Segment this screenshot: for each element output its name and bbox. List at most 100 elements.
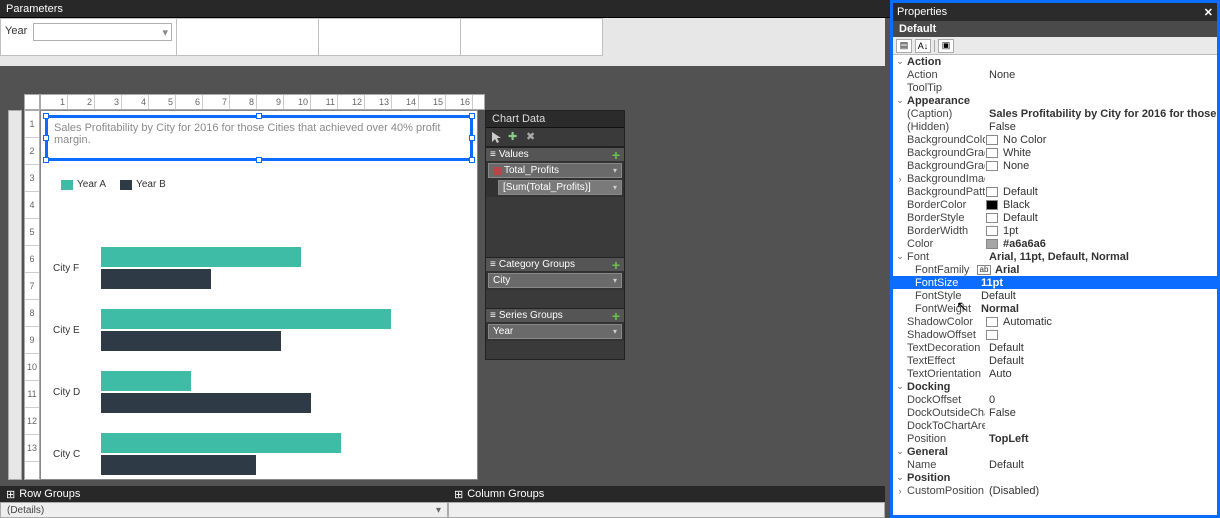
property-row[interactable]: FontWeightNormal (893, 302, 1217, 315)
categorized-button[interactable]: ▤ (896, 39, 912, 53)
chart-title-textbox[interactable]: Sales Profitability by City for 2016 for… (45, 115, 473, 161)
property-value[interactable]: No Color (999, 134, 1217, 146)
resize-handle[interactable] (256, 157, 262, 163)
resize-handle[interactable] (43, 157, 49, 163)
property-row[interactable]: ⌄FontArial, 11pt, Default, Normal (893, 250, 1217, 263)
property-row[interactable]: FontStyleDefault (893, 289, 1217, 302)
value-aggregate-item[interactable]: [Sum(Total_Profits)] ▾ (498, 180, 622, 195)
property-value[interactable]: 0 (985, 394, 1217, 406)
property-row[interactable]: (Caption)Sales Profitability by City for… (893, 107, 1217, 120)
property-value[interactable]: Automatic (999, 316, 1217, 328)
chevron-down-icon[interactable]: ▾ (613, 166, 617, 175)
bar-series-a[interactable] (101, 371, 191, 391)
property-value[interactable]: Default (985, 342, 1217, 354)
bar-series-a[interactable] (101, 247, 301, 267)
details-empty-cell[interactable] (448, 502, 885, 518)
bar-series-b[interactable] (101, 269, 211, 289)
property-pages-button[interactable]: ▣ (938, 39, 954, 53)
property-value[interactable]: Default (985, 355, 1217, 367)
property-value[interactable]: Arial, 11pt, Default, Normal (985, 251, 1217, 263)
property-row[interactable]: TextDecorationDefault (893, 341, 1217, 354)
delete-icon[interactable]: ✖ (526, 130, 540, 144)
property-row[interactable]: ›BackgroundImage (893, 172, 1217, 185)
series-field-item[interactable]: Year ▾ (488, 324, 622, 339)
property-value[interactable]: (Disabled) (985, 485, 1217, 497)
property-row[interactable]: FontSize11pt (893, 276, 1217, 289)
property-value[interactable]: Default (999, 186, 1217, 198)
property-value[interactable]: False (985, 121, 1217, 133)
add-value-button[interactable]: + (612, 150, 620, 160)
property-row[interactable]: BackgroundGradientTypeNone (893, 159, 1217, 172)
chevron-down-icon[interactable]: ▾ (613, 327, 617, 336)
pointer-icon[interactable] (490, 130, 504, 144)
property-value[interactable]: Sales Profitability by City for 2016 for… (985, 108, 1217, 120)
property-value[interactable]: 11pt (977, 277, 1217, 289)
expand-icon[interactable]: › (893, 174, 907, 184)
column-groups-header[interactable]: ⊞ Column Groups (448, 486, 550, 502)
resize-handle[interactable] (469, 113, 475, 119)
property-row[interactable]: ⌄Docking (893, 380, 1217, 393)
row-selector-gutter[interactable] (8, 110, 22, 480)
property-value[interactable]: None (999, 160, 1217, 172)
property-row[interactable]: TextOrientationAuto (893, 367, 1217, 380)
bar-series-b[interactable] (101, 331, 281, 351)
property-row[interactable]: Color#a6a6a6 (893, 237, 1217, 250)
category-field-item[interactable]: City ▾ (488, 273, 622, 288)
add-category-button[interactable]: + (612, 260, 620, 270)
bar-series-b[interactable] (101, 393, 311, 413)
property-row[interactable]: ⌄General (893, 445, 1217, 458)
expand-icon[interactable]: ⌄ (893, 381, 907, 392)
bar-series-a[interactable] (101, 433, 341, 453)
bar-series-b[interactable] (101, 455, 256, 475)
property-row[interactable]: ToolTip (893, 81, 1217, 94)
property-row[interactable]: ShadowColorAutomatic (893, 315, 1217, 328)
resize-handle[interactable] (469, 157, 475, 163)
chevron-down-icon[interactable]: ▾ (436, 505, 441, 516)
param-cell-empty[interactable] (319, 18, 461, 56)
property-row[interactable]: ⌄Action (893, 55, 1217, 68)
property-value[interactable]: Auto (985, 368, 1217, 380)
add-series-button[interactable]: + (612, 311, 620, 321)
property-value[interactable]: Arial (991, 264, 1217, 276)
property-row[interactable]: BorderColorBlack (893, 198, 1217, 211)
properties-grid[interactable]: ⌄ActionActionNoneToolTip⌄Appearance(Capt… (893, 55, 1217, 515)
property-row[interactable]: ShadowOffset (893, 328, 1217, 341)
property-row[interactable]: PositionTopLeft (893, 432, 1217, 445)
property-row[interactable]: BorderWidth1pt (893, 224, 1217, 237)
property-value[interactable]: Default (977, 290, 1217, 302)
property-row[interactable]: BackgroundColorNo Color (893, 133, 1217, 146)
add-icon[interactable]: ✚ (508, 130, 522, 144)
property-value[interactable]: Default (999, 212, 1217, 224)
expand-icon[interactable]: ⌄ (893, 472, 907, 483)
param-cell-empty[interactable] (461, 18, 603, 56)
param-year-dropdown[interactable]: ▾ (33, 23, 172, 41)
row-groups-header[interactable]: ⊞ Row Groups (0, 486, 448, 502)
property-value[interactable]: 1pt (999, 225, 1217, 237)
expand-icon[interactable]: ⌄ (893, 446, 907, 457)
property-row[interactable]: BorderStyleDefault (893, 211, 1217, 224)
property-row[interactable]: DockOutsideChartAreaFalse (893, 406, 1217, 419)
chart-plot-area[interactable]: City FCity ECity DCity C (41, 241, 477, 479)
value-field-item[interactable]: Total_Profits ▾ (488, 163, 622, 178)
property-row[interactable]: BackgroundGradientEndColorWhite (893, 146, 1217, 159)
expand-icon[interactable]: › (893, 486, 907, 496)
resize-handle[interactable] (43, 135, 49, 141)
property-row[interactable]: NameDefault (893, 458, 1217, 471)
property-value[interactable]: Default (985, 459, 1217, 471)
alphabetical-button[interactable]: A↓ (915, 39, 931, 53)
property-value[interactable]: #a6a6a6 (999, 238, 1217, 250)
expand-icon[interactable]: ⌄ (893, 251, 907, 262)
resize-handle[interactable] (469, 135, 475, 141)
property-row[interactable]: ActionNone (893, 68, 1217, 81)
property-value[interactable]: White (999, 147, 1217, 159)
property-value[interactable]: Normal (977, 303, 1217, 315)
resize-handle[interactable] (43, 113, 49, 119)
property-value[interactable]: False (985, 407, 1217, 419)
property-row[interactable]: DockOffset0 (893, 393, 1217, 406)
chevron-down-icon[interactable]: ▾ (613, 276, 617, 285)
report-page[interactable]: Sales Profitability by City for 2016 for… (40, 110, 478, 480)
details-group-cell[interactable]: (Details) ▾ (0, 502, 448, 518)
property-row[interactable]: FontFamilyabArial (893, 263, 1217, 276)
property-value[interactable]: Black (999, 199, 1217, 211)
expand-icon[interactable]: ⌄ (893, 56, 907, 67)
